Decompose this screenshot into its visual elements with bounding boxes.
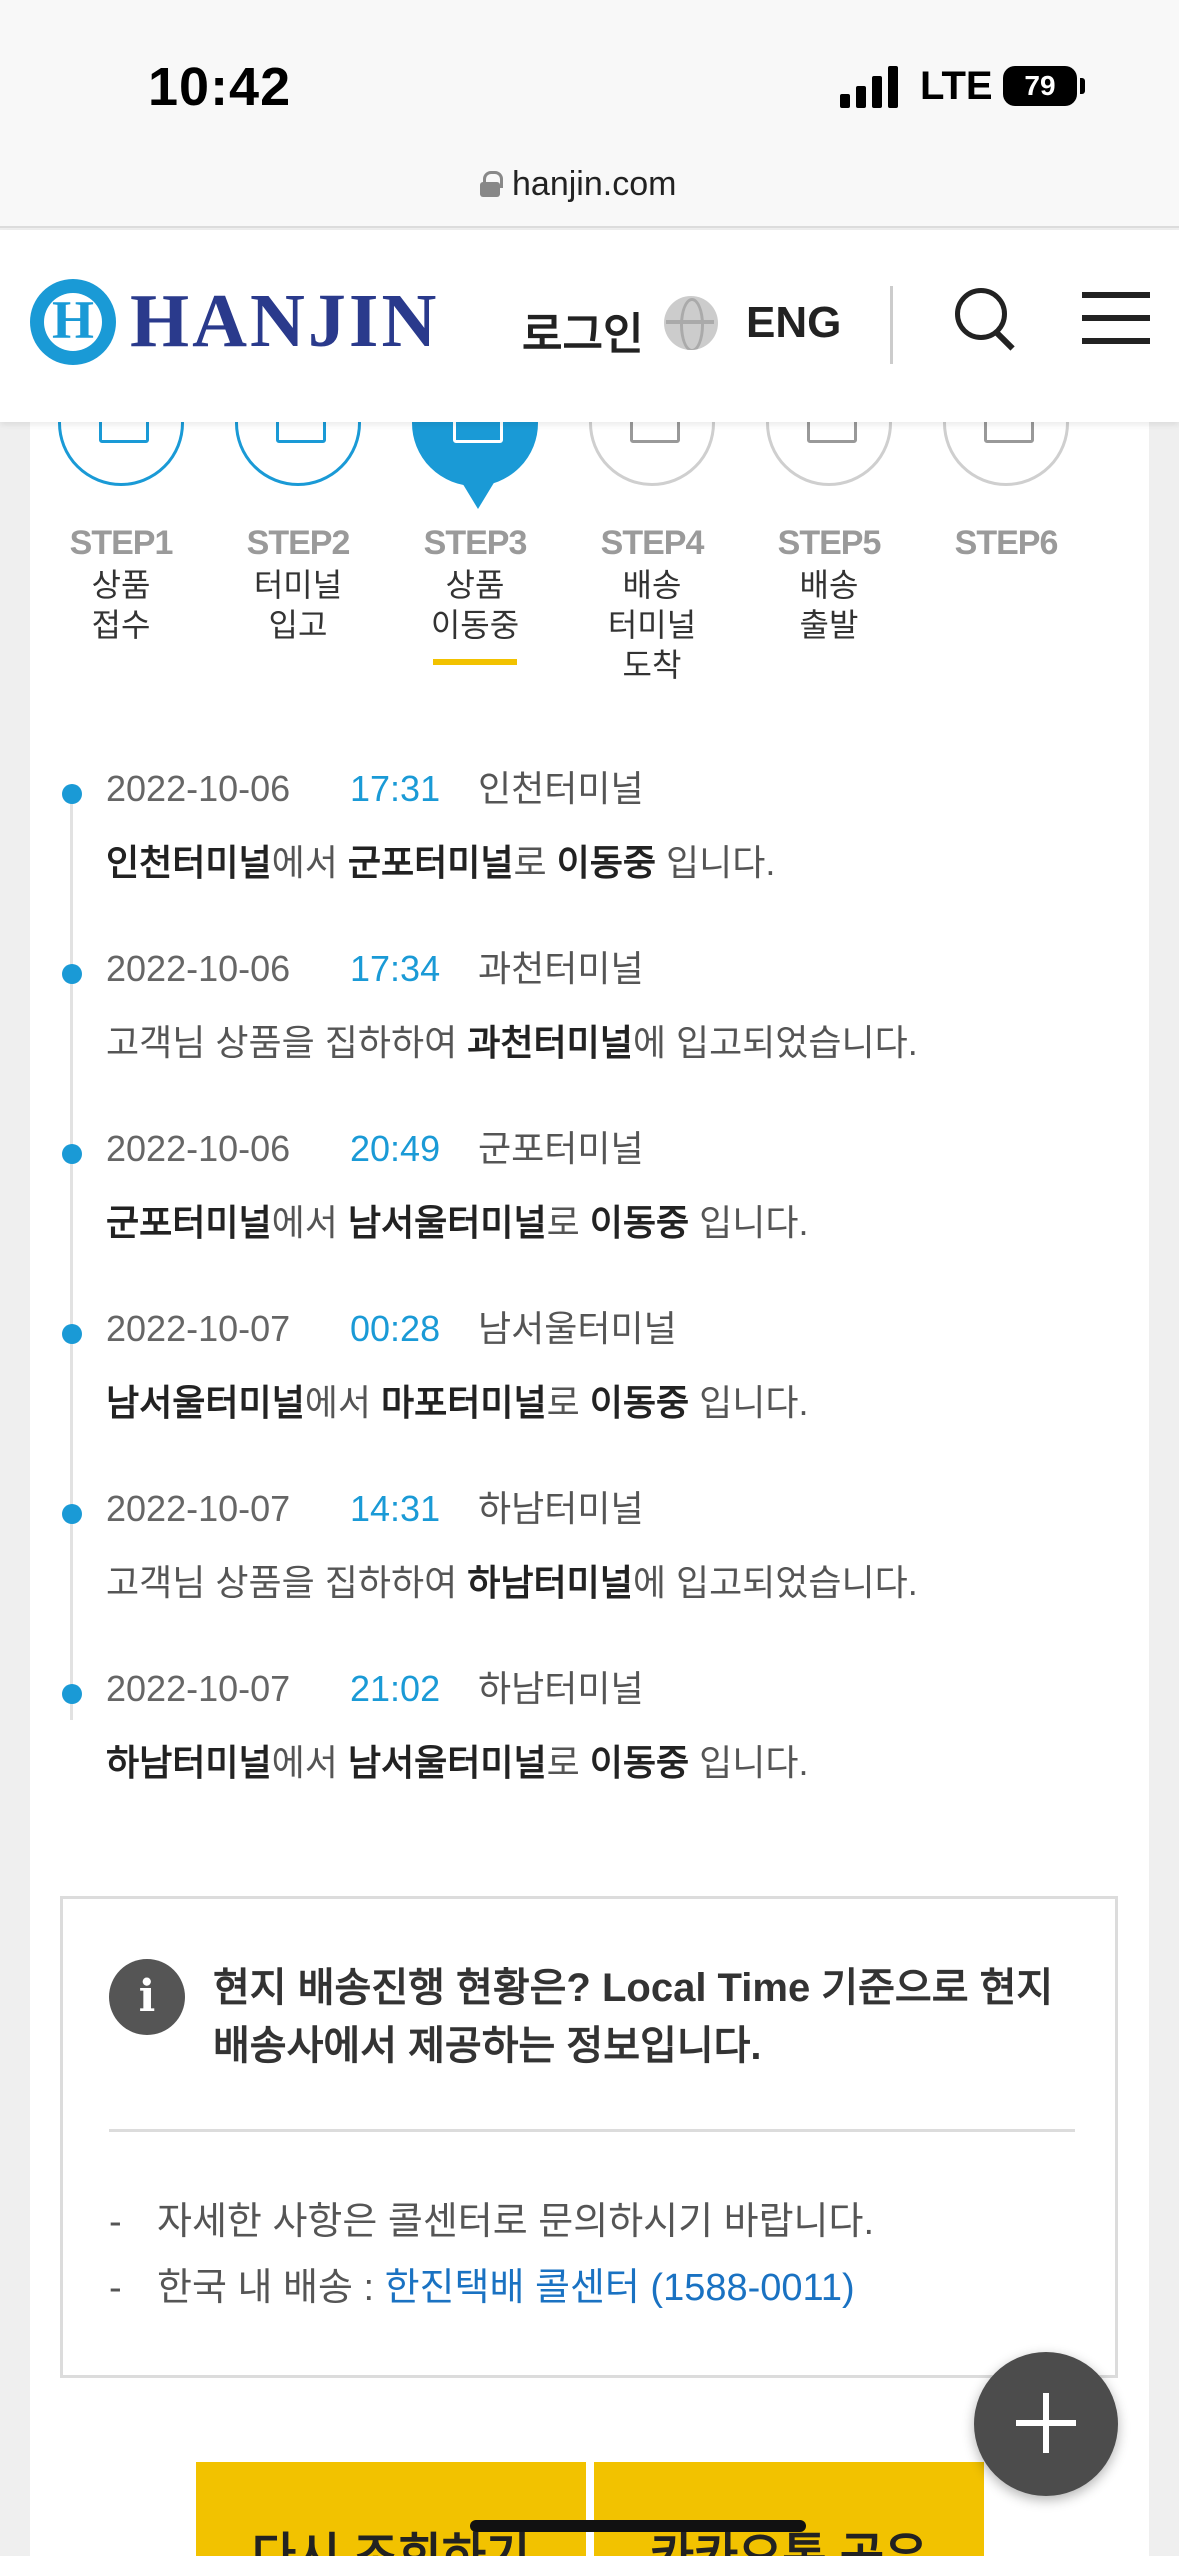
home-indicator (470, 2520, 806, 2532)
hanjin-logo[interactable]: HANJIN (30, 278, 439, 365)
event-description: 군포터미널에서 남서울터미널로 이동중 입니다. (106, 1202, 809, 1243)
battery-icon: 79 (1003, 66, 1077, 106)
event-description: 고객님 상품을 집하하여 하남터미널에 입고되었습니다. (106, 1562, 918, 1603)
network-type: LTE (920, 64, 993, 108)
info-list: - 자세한 사항은 콜센터로 문의하시기 바랍니다. - 한국 내 배송 : 한진택… (109, 2189, 874, 2321)
event-place: 군포터미널 (478, 1128, 644, 1169)
info-item: - 한국 내 배송 : 한진택배 콜센터 (1588-0011) (109, 2267, 855, 2309)
event-description: 인천터미널에서 군포터미널로 이동중 입니다. (106, 842, 776, 883)
event-date: 2022-10-07 (106, 1308, 291, 1349)
timeline-item: 2022-10-07 21:02 하남터미널하남터미널에서 남서울터미널로 이동중 … (30, 1660, 1149, 1840)
event-place: 남서울터미널 (478, 1308, 677, 1349)
event-place: 인천터미널 (478, 768, 644, 809)
event-date: 2022-10-07 (106, 1488, 291, 1529)
battery-tip (1080, 78, 1085, 94)
url-bar[interactable]: hanjin.com (0, 150, 1179, 228)
event-time: 21:02 (350, 1668, 441, 1709)
callcenter-link[interactable]: 한진택배 콜센터 (1588-0011) (385, 2267, 855, 2309)
event-time: 00:28 (350, 1308, 441, 1349)
timeline-dot (62, 964, 82, 984)
event-time: 20:49 (350, 1128, 441, 1169)
event-date: 2022-10-06 (106, 1128, 291, 1169)
step-number: STEP3 (423, 524, 528, 562)
url-text[interactable]: hanjin.com (512, 165, 676, 204)
event-place: 하남터미널 (478, 1488, 644, 1529)
info-box: i 현지 배송진행 현황은? Local Time 기준으로 현지 배송사에서 … (60, 1896, 1118, 2378)
event-description: 남서울터미널에서 마포터미널로 이동중 입니다. (106, 1382, 809, 1423)
event-time: 14:31 (350, 1488, 441, 1529)
event-description: 고객님 상품을 집하하여 과천터미널에 입고되었습니다. (106, 1022, 918, 1063)
kakao-share-button[interactable]: 카카오톡 공유 (594, 2462, 984, 2556)
timeline-item: 2022-10-06 17:31 인천터미널인천터미널에서 군포터미널로 이동중 입… (30, 760, 1149, 940)
site-header: HANJIN 로그인 ENG (0, 230, 1179, 422)
step-label: 배송 출발 (799, 567, 859, 643)
timeline-dot (62, 1684, 82, 1704)
step-label: 배송 터미널 도착 (607, 567, 697, 683)
hanjin-logo-mark (30, 278, 116, 365)
timeline-dot (62, 1504, 82, 1524)
timeline-dot (62, 1144, 82, 1164)
timeline-item: 2022-10-07 14:31 하남터미널고객님 상품을 집하하여 하남터미널에 … (30, 1480, 1149, 1660)
info-item: - 자세한 사항은 콜센터로 문의하시기 바랍니다. (109, 2201, 875, 2243)
step-progress: •••STEP1상품 접수STEP2터미널 입고STEP3상품 이동중STEP4… (30, 360, 1149, 683)
plus-icon[interactable] (974, 2352, 1118, 2496)
step-number: STEP1 (69, 524, 174, 562)
step-label: 상품 접수 (91, 567, 151, 643)
active-step-underline (433, 659, 517, 665)
step-number: STEP6 (954, 524, 1059, 562)
bottom-buttons: 다시 조회하기 카카오톡 공유 (196, 2462, 984, 2556)
event-time: 17:31 (350, 768, 441, 809)
event-place: 하남터미널 (478, 1668, 644, 1709)
event-date: 2022-10-06 (106, 948, 291, 989)
timeline-item: 2022-10-07 00:28 남서울터미널남서울터미널에서 마포터미널로 이동중… (30, 1300, 1149, 1480)
tracking-card: •••STEP1상품 접수STEP2터미널 입고STEP3상품 이동중STEP4… (30, 360, 1149, 2556)
event-date: 2022-10-07 (106, 1668, 291, 1709)
clock: 10:42 (148, 57, 292, 117)
language-link[interactable]: ENG (746, 298, 841, 348)
info-divider (109, 2129, 1075, 2132)
globe-icon[interactable] (664, 296, 718, 350)
lock-icon (480, 171, 503, 197)
timeline-item: 2022-10-06 17:34 과천터미널고객님 상품을 집하하여 과천터미널에 … (30, 940, 1149, 1120)
event-description: 하남터미널에서 남서울터미널로 이동중 입니다. (106, 1742, 809, 1783)
status-bar: 10:42 LTE 79 (0, 0, 1179, 150)
info-title: 현지 배송진행 현황은? Local Time 기준으로 현지 배송사에서 제공… (213, 1966, 1054, 2068)
timeline-dot (62, 784, 82, 804)
timeline-item: 2022-10-06 20:49 군포터미널군포터미널에서 남서울터미널로 이동중 … (30, 1120, 1149, 1300)
header-divider (890, 286, 893, 364)
step-label: 상품 이동중 (430, 567, 520, 643)
event-date: 2022-10-06 (106, 768, 291, 809)
retry-button[interactable]: 다시 조회하기 (196, 2462, 586, 2556)
step-number: STEP2 (246, 524, 351, 562)
event-place: 과천터미널 (478, 948, 644, 989)
menu-icon[interactable] (1082, 292, 1150, 344)
step-number: STEP5 (777, 524, 882, 562)
step-number: STEP4 (600, 524, 705, 562)
info-icon: i (109, 1959, 185, 2035)
search-icon[interactable] (955, 288, 1017, 350)
event-time: 17:34 (350, 948, 441, 989)
timeline-dot (62, 1324, 82, 1344)
logo-text: HANJIN (130, 279, 440, 363)
step-label: 터미널 입고 (253, 567, 343, 643)
signal-icon (840, 64, 898, 108)
login-link[interactable]: 로그인 (522, 298, 643, 362)
